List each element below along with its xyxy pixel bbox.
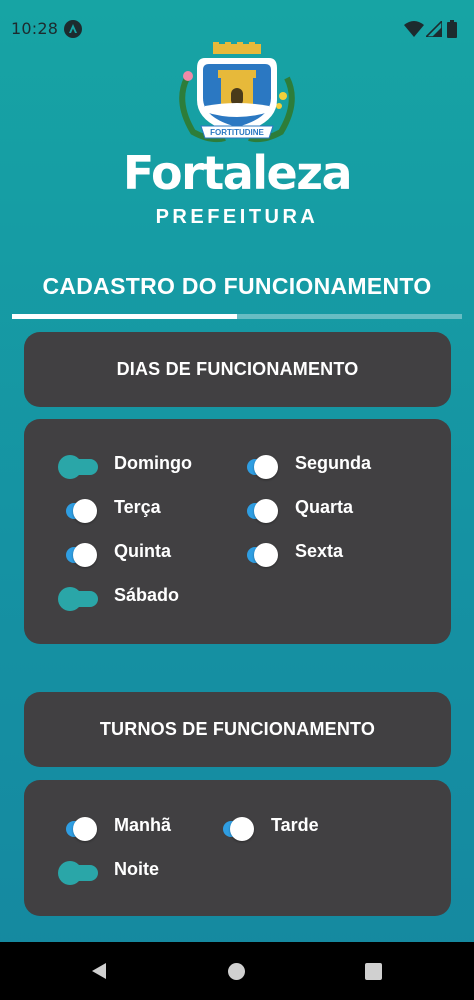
tarde-switch[interactable] xyxy=(215,813,265,841)
terca-switch[interactable] xyxy=(58,495,108,523)
wifi-icon xyxy=(404,21,424,37)
logo-subtitle: PREFEITURA xyxy=(155,206,319,228)
dias-header-card: DIAS DE FUNCIONAMENTO xyxy=(24,332,451,407)
navigation-bar xyxy=(0,942,474,1000)
logo-wordmark: Fortaleza xyxy=(122,146,353,200)
tarde-label: Tarde xyxy=(271,815,319,835)
battery-icon xyxy=(447,20,457,38)
sabado-label: Sábado xyxy=(114,585,180,605)
back-icon[interactable] xyxy=(89,961,109,981)
segunda-label: Segunda xyxy=(295,453,372,473)
sabado-switch[interactable] xyxy=(58,583,108,611)
home-icon[interactable] xyxy=(228,963,245,980)
signal-icon xyxy=(426,21,442,37)
dias-toggle-card: Domingo Segunda Terça Quarta Quinta Sext… xyxy=(24,419,451,644)
noite-label: Noite xyxy=(114,859,159,879)
recents-icon[interactable] xyxy=(365,963,382,980)
status-icons xyxy=(404,20,464,40)
dias-header: DIAS DE FUNCIONAMENTO xyxy=(116,359,359,379)
noite-switch[interactable] xyxy=(58,857,108,885)
manha-switch[interactable] xyxy=(58,813,108,841)
quinta-label: Quinta xyxy=(114,541,171,561)
segunda-switch[interactable] xyxy=(239,451,289,479)
domingo-label: Domingo xyxy=(114,453,192,473)
quarta-label: Quarta xyxy=(295,497,354,517)
quinta-switch[interactable] xyxy=(58,539,108,567)
manha-label: Manhã xyxy=(114,815,172,835)
page-title: CADASTRO DO FUNCIONAMENTO xyxy=(42,273,432,299)
fortaleza-crest-logo: FORTITUDINE xyxy=(179,42,295,143)
crest-motto: FORTITUDINE xyxy=(210,128,264,137)
progress-bar xyxy=(12,314,462,319)
android-app-icon xyxy=(64,20,82,38)
status-time: 10:28 xyxy=(11,19,59,38)
domingo-switch[interactable] xyxy=(58,451,108,479)
turnos-toggle-card: Manhã Tarde Noite xyxy=(24,780,451,916)
turnos-header: TURNOS DE FUNCIONAMENTO xyxy=(99,719,376,739)
quarta-switch[interactable] xyxy=(239,495,289,523)
turnos-header-card: TURNOS DE FUNCIONAMENTO xyxy=(24,692,451,767)
sexta-label: Sexta xyxy=(295,541,344,561)
progress-fill xyxy=(12,314,237,319)
terca-label: Terça xyxy=(114,497,161,517)
sexta-switch[interactable] xyxy=(239,539,289,567)
